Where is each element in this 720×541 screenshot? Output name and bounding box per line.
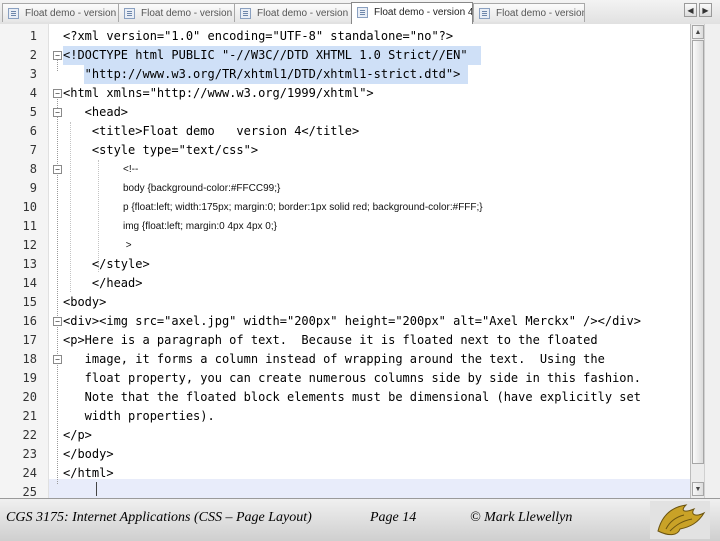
code-line-5: <head>: [63, 105, 129, 119]
line-number: 14: [22, 276, 37, 290]
line-number: 3: [29, 67, 37, 81]
tab-label: Float demo - version 6.html: [141, 8, 235, 19]
line-number: 7: [29, 143, 37, 157]
line-number: 11: [22, 219, 37, 233]
code-line-17: <p>Here is a paragraph of text. Because …: [63, 333, 598, 347]
slide-footer: CGS 3175: Internet Applications (CSS – P…: [0, 498, 720, 541]
tab-label: Float demo - version 5.html: [257, 8, 351, 19]
tab-float-demo-v5[interactable]: Float demo - version 5.html: [234, 3, 352, 22]
code-line-19: float property, you can create numerous …: [63, 371, 641, 385]
scroll-up-arrow-icon[interactable]: ▲: [692, 25, 704, 39]
tab-float-demo-v6[interactable]: Float demo - version 6.html: [118, 3, 236, 22]
line-number: 5: [29, 105, 37, 119]
file-tab-icon: [124, 8, 135, 19]
file-tab-icon: [8, 8, 19, 19]
line-number: 12: [22, 238, 37, 252]
file-tab-icon: [479, 8, 490, 19]
tab-float-demo-v7[interactable]: Float demo - version 7.html: [2, 3, 120, 22]
line-number: 18: [22, 352, 37, 366]
tab-float-demo-v4[interactable]: Float demo - version 4.html: [351, 2, 473, 24]
code-line-23: </body>: [63, 447, 114, 461]
code-editor[interactable]: 1 2 3 4 5 6 7 8 9 10 11 12 13 14 15 16 1…: [0, 24, 690, 498]
line-number: 24: [22, 466, 37, 480]
code-line-4: <html xmlns="http://www.w3.org/1999/xhtm…: [63, 86, 374, 100]
code-line-1: <?xml version="1.0" encoding="UTF-8" sta…: [63, 29, 454, 43]
fold-minus-icon[interactable]: −: [53, 355, 62, 364]
line-number: 13: [22, 257, 37, 271]
line-number: 23: [22, 447, 37, 461]
code-line-6: <title>Float demo version 4</title>: [63, 124, 360, 138]
line-number: 22: [22, 428, 37, 442]
tab-label: Float demo - version 4.html: [374, 7, 473, 18]
code-line-21: width properties).: [63, 409, 215, 423]
line-number: 2: [29, 48, 37, 62]
code-line-15: <body>: [63, 295, 107, 309]
line-number: 10: [22, 200, 37, 214]
scroll-right-arrow-icon[interactable]: ▶: [699, 3, 712, 17]
tab-label: Float demo - version 3.html: [496, 8, 585, 19]
code-line-9: body {background-color:#FFCC99;}: [123, 183, 281, 194]
vertical-scrollbar[interactable]: ▲ ▼: [690, 24, 705, 498]
file-tab-icon: [240, 8, 251, 19]
fold-minus-icon[interactable]: −: [53, 51, 62, 60]
tab-float-demo-v3[interactable]: Float demo - version 3.html: [473, 3, 585, 22]
code-line-22: </p>: [63, 428, 92, 442]
line-number: 19: [22, 371, 37, 385]
code-line-20: Note that the floated block elements mus…: [63, 390, 641, 404]
code-line-3: "http://www.w3.org/TR/xhtml1/DTD/xhtml1-…: [63, 67, 461, 81]
code-line-14: </head>: [63, 276, 143, 290]
code-line-12: >: [123, 240, 132, 251]
code-line-2: <!DOCTYPE html PUBLIC "-//W3C//DTD XHTML…: [63, 48, 468, 62]
line-number: 9: [29, 181, 37, 195]
line-number: 4: [29, 86, 37, 100]
scroll-down-arrow-icon[interactable]: ▼: [692, 482, 704, 496]
code-line-18: image, it forms a column instead of wrap…: [63, 352, 605, 366]
fold-minus-icon[interactable]: −: [53, 165, 62, 174]
fold-guide: [57, 94, 58, 484]
scrollbar-thumb[interactable]: [692, 40, 704, 464]
author-credit: © Mark Llewellyn: [470, 510, 573, 525]
fold-minus-icon[interactable]: −: [53, 108, 62, 117]
ucf-pegasus-logo: [650, 501, 710, 539]
file-tab-icon: [357, 7, 368, 18]
line-number: 25: [22, 485, 37, 498]
fold-minus-icon[interactable]: −: [53, 317, 62, 326]
fold-minus-icon[interactable]: −: [53, 89, 62, 98]
text-cursor: [96, 482, 97, 496]
line-number: 6: [29, 124, 37, 138]
line-number: 15: [22, 295, 37, 309]
line-number: 20: [22, 390, 37, 404]
line-number: 17: [22, 333, 37, 347]
line-number: 21: [22, 409, 37, 423]
line-number: 1: [29, 29, 37, 43]
code-line-8: <!--: [123, 164, 139, 175]
code-line-11: img {float:left; margin:0 4px 4px 0;}: [123, 221, 277, 232]
code-line-13: </style>: [63, 257, 150, 271]
line-number: 16: [22, 314, 37, 328]
code-line-24: </html>: [63, 466, 114, 480]
code-line-10: p {float:left; width:175px; margin:0; bo…: [123, 202, 483, 213]
line-number: 8: [29, 162, 37, 176]
course-title: CGS 3175: Internet Applications (CSS – P…: [6, 510, 312, 525]
scroll-left-arrow-icon[interactable]: ◀: [684, 3, 697, 17]
page-number: Page 14: [370, 510, 417, 525]
tab-label: Float demo - version 7.html: [25, 8, 119, 19]
document-tab-bar: Float demo - version 7.html Float demo -…: [0, 0, 720, 25]
window-right-edge: [704, 24, 720, 498]
current-line-highlight: [49, 479, 690, 498]
code-line-7: <style type="text/css">: [63, 143, 259, 157]
code-line-16: <div><img src="axel.jpg" width="200px" h…: [63, 314, 641, 328]
